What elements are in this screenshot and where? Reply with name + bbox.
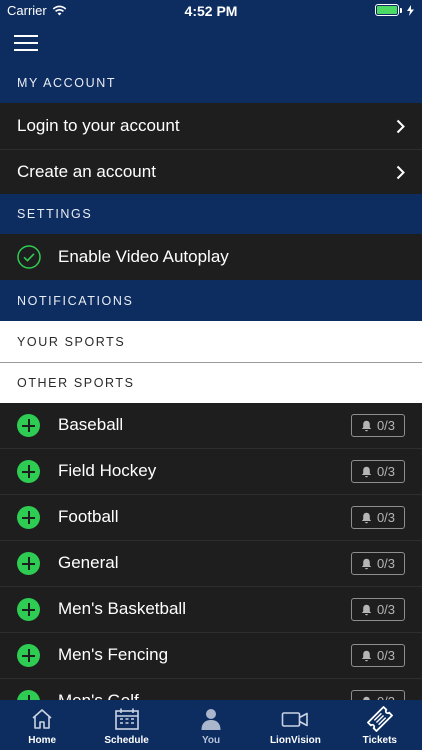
- sport-label: Men's Fencing: [58, 645, 169, 664]
- battery-icon: [375, 4, 399, 16]
- chevron-right-icon: [396, 165, 405, 180]
- notification-count: 0/3: [376, 556, 396, 571]
- notification-count-button[interactable]: 0/3: [351, 460, 405, 483]
- tab-label: Schedule: [104, 735, 149, 746]
- sport-row[interactable]: Field Hockey 0/3: [0, 449, 422, 495]
- bolt-icon: [407, 4, 414, 16]
- section-title: MY ACCOUNT: [17, 75, 117, 90]
- tab-label: Tickets: [362, 735, 397, 746]
- tab-tickets[interactable]: Tickets: [338, 700, 422, 750]
- sport-row[interactable]: Football 0/3: [0, 495, 422, 541]
- sport-row[interactable]: Baseball 0/3: [0, 403, 422, 449]
- add-circle-icon[interactable]: [17, 598, 40, 621]
- create-account-label: Create an account: [17, 162, 156, 181]
- section-title: OTHER SPORTS: [17, 376, 135, 390]
- autoplay-label: Enable Video Autoplay: [58, 247, 229, 266]
- sport-row[interactable]: General 0/3: [0, 541, 422, 587]
- notification-count: 0/3: [376, 418, 396, 433]
- notification-count-button[interactable]: 0/3: [351, 598, 405, 621]
- section-title: YOUR SPORTS: [17, 334, 126, 349]
- nav-bar: [0, 22, 422, 62]
- section-your-sports: YOUR SPORTS: [0, 321, 422, 362]
- notification-count-button[interactable]: 0/3: [351, 644, 405, 667]
- add-circle-icon[interactable]: [17, 644, 40, 667]
- tab-home[interactable]: Home: [0, 700, 84, 750]
- sport-label: Field Hockey: [58, 461, 157, 480]
- add-circle-icon[interactable]: [17, 552, 40, 575]
- tab-bar: Home Schedule You LionVision Tickets: [0, 700, 422, 750]
- bell-icon: [361, 650, 372, 661]
- section-my-account: MY ACCOUNT: [0, 62, 422, 103]
- calendar-icon: [114, 708, 139, 730]
- sport-row[interactable]: Men's Fencing 0/3: [0, 633, 422, 679]
- create-account-row[interactable]: Create an account: [0, 150, 422, 194]
- tab-label: LionVision: [269, 735, 321, 746]
- bell-icon: [361, 466, 372, 477]
- sport-label: Baseball: [58, 415, 124, 434]
- login-row[interactable]: Login to your account: [0, 103, 422, 149]
- chevron-right-icon: [396, 119, 405, 134]
- section-notifications: NOTIFICATIONS: [0, 280, 422, 321]
- notification-count-button[interactable]: 0/3: [351, 414, 405, 437]
- notification-count: 0/3: [376, 602, 396, 617]
- bell-icon: [361, 604, 372, 615]
- menu-icon[interactable]: [14, 35, 38, 51]
- bell-icon: [361, 420, 372, 431]
- sport-label: Football: [58, 507, 119, 526]
- person-icon: [201, 709, 221, 730]
- tab-schedule[interactable]: Schedule: [84, 700, 168, 750]
- add-circle-icon[interactable]: [17, 460, 40, 483]
- tab-label: You: [201, 735, 221, 746]
- notification-count: 0/3: [376, 510, 396, 525]
- add-circle-icon[interactable]: [17, 506, 40, 529]
- status-bar: Carrier 4:52 PM: [0, 0, 422, 22]
- section-other-sports: OTHER SPORTS: [0, 363, 422, 403]
- tab-you[interactable]: You: [169, 700, 253, 750]
- sport-row[interactable]: Men's Basketball 0/3: [0, 587, 422, 633]
- notification-count: 0/3: [376, 464, 396, 479]
- autoplay-row[interactable]: Enable Video Autoplay: [0, 234, 422, 280]
- status-time: 4:52 PM: [184, 3, 238, 19]
- login-label: Login to your account: [17, 116, 180, 135]
- bell-icon: [361, 558, 372, 569]
- section-title: NOTIFICATIONS: [17, 293, 134, 308]
- notification-count-button[interactable]: 0/3: [351, 552, 405, 575]
- check-circle-icon[interactable]: [17, 245, 41, 269]
- tab-label: Home: [28, 735, 57, 746]
- notification-count: 0/3: [376, 648, 396, 663]
- sport-label: Men's Basketball: [58, 599, 186, 618]
- ticket-icon: [366, 706, 393, 732]
- section-settings: SETTINGS: [0, 194, 422, 234]
- home-icon: [32, 709, 52, 729]
- add-circle-icon[interactable]: [17, 414, 40, 437]
- sport-label: General: [58, 553, 119, 572]
- notification-count-button[interactable]: 0/3: [351, 506, 405, 529]
- section-title: SETTINGS: [17, 207, 93, 221]
- bell-icon: [361, 512, 372, 523]
- video-icon: [282, 712, 309, 727]
- battery-indicator: [372, 4, 414, 16]
- tab-lionvision[interactable]: LionVision: [253, 700, 337, 750]
